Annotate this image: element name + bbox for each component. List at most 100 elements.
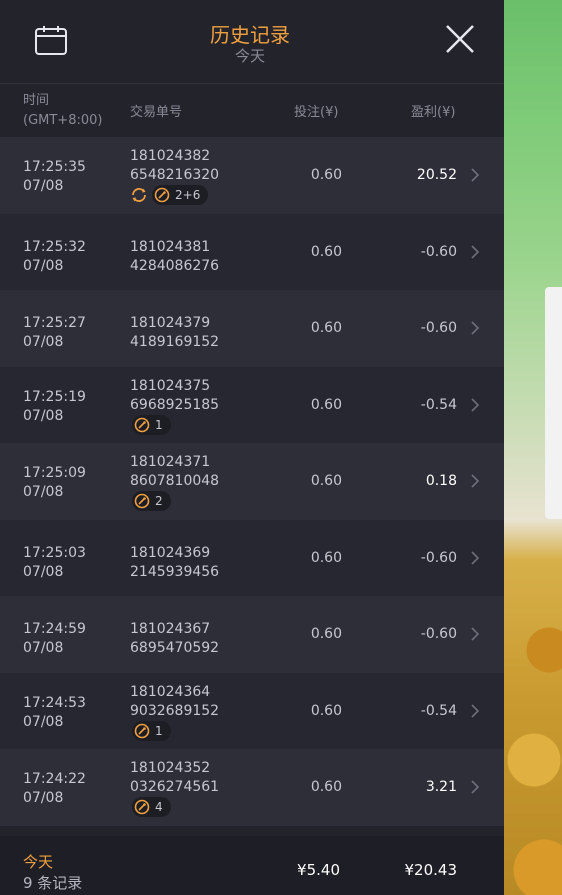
row-profit: 20.52 <box>416 167 457 183</box>
feature-badge: 4 <box>132 797 171 817</box>
row-order-number: 181024367 <box>130 621 211 637</box>
page-subtitle: 今天 <box>234 47 265 65</box>
row-profit: -0.60 <box>420 320 457 336</box>
row-order-suffix: 0326274561 <box>130 779 220 795</box>
row-date: 07/08 <box>23 713 64 730</box>
row-badges: 2+6 <box>130 185 209 205</box>
row-bet: 0.60 <box>310 396 342 413</box>
table-row[interactable]: 17:24:22 07/08 181024352 0326274561 0.60 3.21… <box>0 749 504 826</box>
row-order-number: 181024379 <box>130 315 211 331</box>
feature-count: 1 <box>155 417 163 432</box>
row-order-suffix: 6895470592 <box>130 640 220 656</box>
feature-count: 4 <box>155 800 163 814</box>
row-badges: 2 <box>130 491 171 511</box>
row-order-number: 181024364 <box>130 683 211 700</box>
column-profit-label: 盈利(¥) <box>411 105 456 120</box>
column-order-label: 交易单号 <box>130 105 183 120</box>
row-order-number: 181024371 <box>130 454 211 470</box>
row-time: 17:25:19 <box>23 388 86 405</box>
row-time: 17:25:27 <box>23 315 86 331</box>
row-profit: -0.60 <box>420 549 457 566</box>
table-row[interactable]: 17:25:09 07/08 181024371 8607810048 0.60 0.18… <box>0 443 504 520</box>
row-time: 17:25:35 <box>23 159 86 175</box>
row-order-suffix: 4284086276 <box>130 257 220 274</box>
close-icon[interactable] <box>443 22 477 56</box>
chevron-right-icon[interactable] <box>470 397 480 413</box>
row-time: 17:24:53 <box>23 694 86 711</box>
row-date: 07/08 <box>23 484 64 500</box>
header: 历史记录 今天 <box>0 0 504 84</box>
row-time: 17:24:22 <box>23 771 86 787</box>
row-order-number: 181024382 <box>130 148 211 164</box>
feature-count: 1 <box>155 723 163 738</box>
row-order-suffix: 8607810048 <box>130 473 220 489</box>
row-bet: 0.60 <box>310 320 342 336</box>
row-order-number: 181024369 <box>130 544 211 561</box>
free-spin-icon <box>132 188 146 202</box>
row-bet: 0.60 <box>310 167 342 183</box>
chevron-right-icon[interactable] <box>470 550 480 566</box>
row-profit: -0.54 <box>420 702 457 719</box>
row-time: 17:25:32 <box>23 238 86 255</box>
summary-period: 今天 <box>23 853 54 871</box>
row-profit: -0.60 <box>420 626 457 642</box>
feature-icon <box>154 187 170 203</box>
feature-count: 2 <box>155 494 163 508</box>
feature-count: 2+6 <box>175 188 201 202</box>
feature-icon <box>134 417 150 432</box>
chevron-right-icon[interactable] <box>470 473 480 489</box>
row-badges: 4 <box>130 797 171 817</box>
row-profit: -0.54 <box>420 396 457 413</box>
row-bet: 0.60 <box>310 243 342 260</box>
calendar-icon[interactable] <box>34 24 68 56</box>
row-bet: 0.60 <box>310 626 342 642</box>
feature-badge: 2 <box>132 491 171 511</box>
row-date: 07/08 <box>23 563 64 580</box>
row-bet: 0.60 <box>310 549 342 566</box>
row-order-suffix: 6968925185 <box>130 396 220 413</box>
row-order-suffix: 6548216320 <box>130 167 220 183</box>
row-profit: 3.21 <box>425 779 457 795</box>
row-order-number: 181024375 <box>130 377 211 394</box>
row-date: 07/08 <box>23 407 64 424</box>
table-row[interactable]: 17:25:35 07/08 181024382 6548216320 0.60 20.5… <box>0 137 504 214</box>
page-title: 历史记录 <box>210 23 290 47</box>
row-date: 07/08 <box>23 178 64 194</box>
table-row[interactable]: 17:24:59 07/08 181024367 6895470592 0.60 -0.6… <box>0 596 504 673</box>
chevron-right-icon[interactable] <box>470 320 480 336</box>
feature-badge: 1 <box>132 414 171 435</box>
row-order-suffix: 4189169152 <box>130 334 220 350</box>
total-profit: ¥20.43 <box>404 861 458 879</box>
row-order-suffix: 2145939456 <box>130 563 220 580</box>
row-badges: 1 <box>130 414 171 435</box>
table-row[interactable]: 17:24:53 07/08 181024364 9032689152 0.60 -0.5… <box>0 672 504 749</box>
chevron-right-icon[interactable] <box>470 779 480 795</box>
record-count: 9 条记录 <box>23 874 83 892</box>
table-row[interactable]: 17:25:32 07/08 181024381 4284086276 0.60 -0.6… <box>0 213 504 290</box>
total-bet: ¥5.40 <box>297 861 340 879</box>
feature-icon <box>134 493 150 509</box>
row-bet: 0.60 <box>310 473 342 489</box>
row-profit: 0.18 <box>425 473 457 489</box>
history-list: 17:25:35 07/08 181024382 6548216320 0.60 20.5… <box>0 137 504 826</box>
row-order-number: 181024352 <box>130 760 211 776</box>
row-date: 07/08 <box>23 334 64 350</box>
column-bet-label: 投注(¥) <box>294 105 339 120</box>
table-row[interactable]: 17:25:19 07/08 181024375 6968925185 0.60 -0.5… <box>0 366 504 443</box>
chevron-right-icon[interactable] <box>470 703 480 719</box>
column-header: 时间 (GMT+8:00) 交易单号 投注(¥) 盈利(¥) <box>0 84 504 137</box>
chevron-right-icon[interactable] <box>470 244 480 260</box>
row-time: 17:25:09 <box>23 465 86 481</box>
table-row[interactable]: 17:25:03 07/08 181024369 2145939456 0.60 -0.6… <box>0 519 504 596</box>
row-bet: 0.60 <box>310 702 342 719</box>
column-timezone-label: (GMT+8:00) <box>23 113 103 128</box>
feature-badge: 1 <box>132 720 171 741</box>
row-badges: 1 <box>130 720 171 741</box>
chevron-right-icon[interactable] <box>470 626 480 642</box>
table-row[interactable]: 17:25:27 07/08 181024379 4189169152 0.60 -0.6… <box>0 290 504 367</box>
row-time: 17:25:03 <box>23 544 86 561</box>
chevron-right-icon[interactable] <box>470 167 480 183</box>
row-date: 07/08 <box>23 257 64 274</box>
row-date: 07/08 <box>23 640 64 656</box>
background-card <box>545 287 562 519</box>
